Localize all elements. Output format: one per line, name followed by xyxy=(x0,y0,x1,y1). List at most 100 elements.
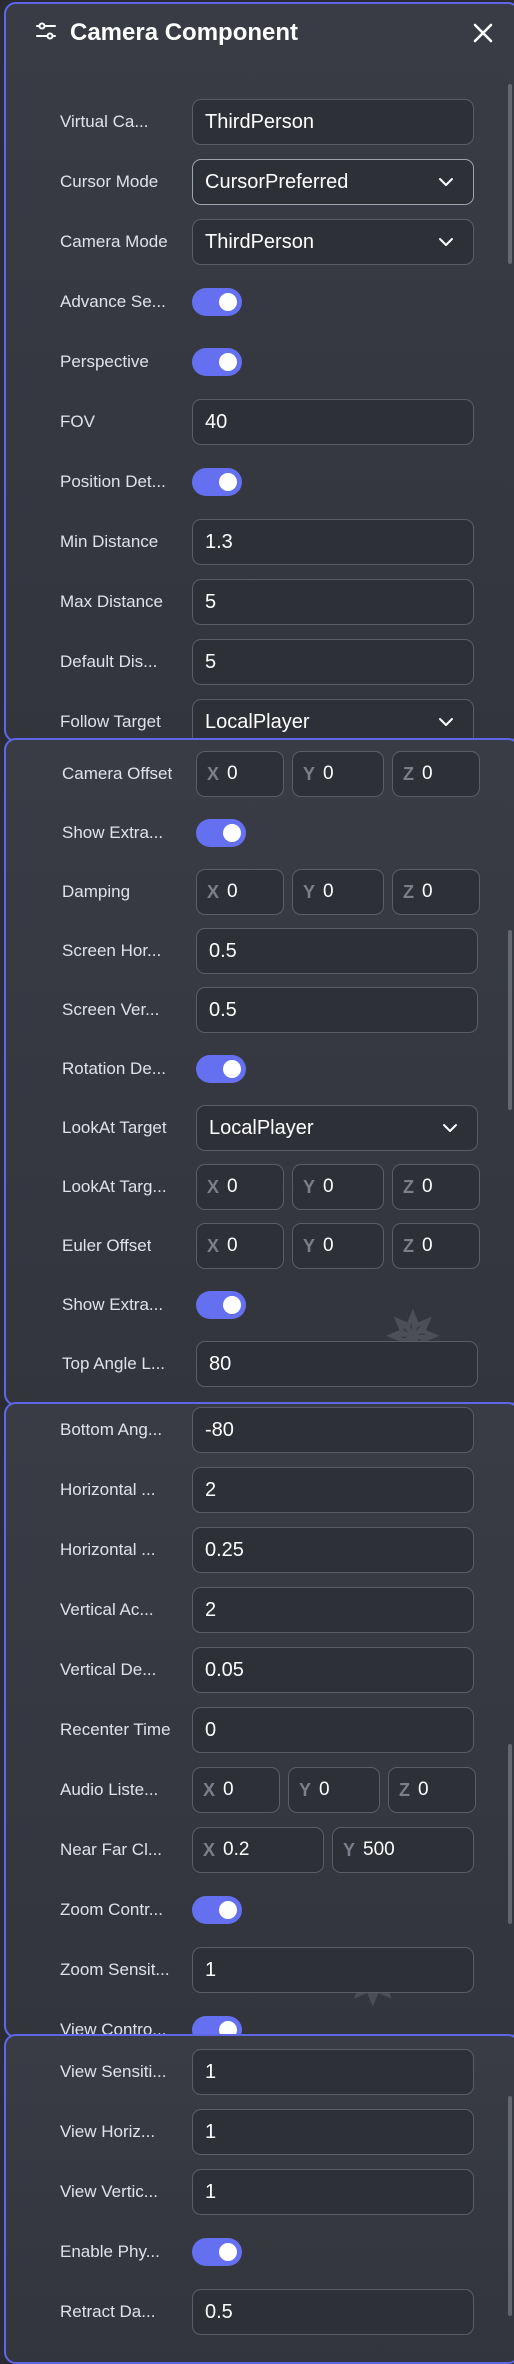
field-input[interactable]: 2 xyxy=(192,1587,474,1633)
vector-z-input[interactable]: Z0 xyxy=(392,1164,480,1210)
field-label: Top Angle L... xyxy=(62,1354,166,1373)
axis-z-label: Z xyxy=(403,881,414,902)
vector-y-value: 0 xyxy=(323,1176,334,1197)
toggle-switch[interactable] xyxy=(196,1055,246,1083)
dropdown-value: LocalPlayer xyxy=(205,710,310,733)
field-row-default-dis: Default Dis... 5 xyxy=(6,638,514,686)
field-label: Euler Offset xyxy=(62,1236,152,1255)
field-row-camera-offset: Camera Offset X 0 Y 0 Z 0 xyxy=(6,750,514,798)
field-label: Screen Ver... xyxy=(62,1000,160,1019)
vector-z-input[interactable]: Z0 xyxy=(388,1767,476,1813)
panel-segment-2: ✵ Camera Offset X 0 Y 0 Z 0 Show Extra... Dampin… xyxy=(4,738,514,1406)
field-value: 1.3 xyxy=(205,530,233,553)
field-dropdown[interactable]: LocalPlayer xyxy=(196,1105,478,1151)
toggle-switch[interactable] xyxy=(196,819,246,847)
vector-x-value: 0.2 xyxy=(223,1839,250,1860)
axis-y-label: Y xyxy=(303,881,316,902)
vector-z-input[interactable]: Z0 xyxy=(392,1223,480,1269)
field-label: Follow Target xyxy=(60,712,161,731)
field-input[interactable]: 80 xyxy=(196,1341,478,1387)
field-input[interactable]: 2 xyxy=(192,1467,474,1513)
vector-x-input[interactable]: X0 xyxy=(196,1223,284,1269)
field-input[interactable]: 0.5 xyxy=(196,987,478,1033)
vector-y-input[interactable]: Y0 xyxy=(292,1223,384,1269)
field-label: Advance Se... xyxy=(60,292,166,311)
field-value: 0.5 xyxy=(209,998,237,1021)
axis-y-label: Y xyxy=(303,1235,316,1256)
toggle-switch[interactable] xyxy=(196,1291,246,1319)
field-row-vertical-de: Vertical De... 0.05 xyxy=(6,1646,514,1694)
field-row-fov: FOV 40 xyxy=(6,398,514,446)
vector-x-value: 0 xyxy=(227,881,238,902)
vector-x-input[interactable]: X0 xyxy=(196,751,284,797)
toggle-switch[interactable] xyxy=(192,468,242,496)
field-input[interactable]: 1.3 xyxy=(192,519,474,565)
field-row-virtual-ca: Virtual Ca... ThirdPerson xyxy=(6,98,514,146)
field-label: Bottom Ang... xyxy=(60,1420,163,1439)
vector-y-input[interactable]: Y0 xyxy=(292,869,384,915)
vector-z-input[interactable]: Z0 xyxy=(392,869,480,915)
field-label: Audio Liste... xyxy=(60,1780,159,1799)
close-icon[interactable] xyxy=(468,18,498,48)
vector-x-value: 0 xyxy=(223,1779,234,1800)
field-input[interactable]: 1 xyxy=(192,2109,474,2155)
field-dropdown[interactable]: CursorPreferred xyxy=(192,159,474,205)
field-row-min-distance: Min Distance 1.3 xyxy=(6,518,514,566)
field-input[interactable]: 0.05 xyxy=(192,1647,474,1693)
field-label: Screen Hor... xyxy=(62,941,162,960)
field-label: Show Extra... xyxy=(62,823,164,842)
field-input[interactable]: 0.25 xyxy=(192,1527,474,1573)
field-row-cursor-mode: Cursor Mode CursorPreferred xyxy=(6,158,514,206)
chevron-down-icon xyxy=(441,1119,459,1143)
vector-y-input[interactable]: Y0 xyxy=(292,751,384,797)
field-label: Retract Da... xyxy=(60,2302,156,2321)
vector-y-input[interactable]: Y0 xyxy=(288,1767,380,1813)
field-input[interactable]: 0.5 xyxy=(192,2289,474,2335)
field-value: 0 xyxy=(205,1718,217,1741)
field-row-show-extra: Show Extra... xyxy=(6,1281,514,1329)
field-row-enable-phy: Enable Phy... xyxy=(6,2228,514,2276)
field-dropdown[interactable]: ThirdPerson xyxy=(192,219,474,265)
chevron-down-icon xyxy=(437,713,455,737)
field-row-lookat-targ: LookAt Targ... X 0 Y 0 Z 0 xyxy=(6,1163,514,1211)
field-label: Zoom Sensit... xyxy=(60,1960,170,1979)
field-input[interactable]: 1 xyxy=(192,1947,474,1993)
field-input[interactable]: -80 xyxy=(192,1407,474,1453)
field-label: View Sensiti... xyxy=(60,2062,167,2081)
vector-x-value: 0 xyxy=(227,1176,238,1197)
field-input[interactable]: 5 xyxy=(192,639,474,685)
field-input[interactable]: ThirdPerson xyxy=(192,99,474,145)
field-input[interactable]: 1 xyxy=(192,2049,474,2095)
toggle-switch[interactable] xyxy=(192,348,242,376)
field-label: Show Extra... xyxy=(62,1295,164,1314)
field-input[interactable]: 0.5 xyxy=(196,928,478,974)
field-input[interactable]: 5 xyxy=(192,579,474,625)
field-label: Max Distance xyxy=(60,592,163,611)
field-row-camera-mode: Camera Mode ThirdPerson xyxy=(6,218,514,266)
axis-y-label: Y xyxy=(343,1839,356,1860)
toggle-switch[interactable] xyxy=(192,288,242,316)
vector-x-input[interactable]: X0 xyxy=(192,1767,280,1813)
field-value: 0.05 xyxy=(205,1658,244,1681)
field-input[interactable]: 0 xyxy=(192,1707,474,1753)
field-input[interactable]: 1 xyxy=(192,2169,474,2215)
axis-y-label: Y xyxy=(299,1779,312,1800)
vector-x-input[interactable]: X 0.2 xyxy=(192,1827,324,1873)
axis-y-label: Y xyxy=(303,763,316,784)
vector-y-input[interactable]: Y 500 xyxy=(332,1827,474,1873)
axis-x-label: X xyxy=(207,1235,220,1256)
panel-header: Camera Component xyxy=(6,4,514,62)
field-dropdown[interactable]: LocalPlayer xyxy=(192,699,474,740)
vector-z-input[interactable]: Z0 xyxy=(392,751,480,797)
vector-y-value: 0 xyxy=(323,881,334,902)
vector-x-input[interactable]: X0 xyxy=(196,1164,284,1210)
field-input[interactable]: 40 xyxy=(192,399,474,445)
toggle-switch[interactable] xyxy=(192,2238,242,2266)
vector-y-input[interactable]: Y0 xyxy=(292,1164,384,1210)
axis-z-label: Z xyxy=(403,1235,414,1256)
field-label: Camera Offset xyxy=(62,764,173,783)
field-label: LookAt Targ... xyxy=(62,1177,167,1196)
vector-x-input[interactable]: X0 xyxy=(196,869,284,915)
toggle-switch[interactable] xyxy=(192,1896,242,1924)
vector-y-value: 500 xyxy=(363,1839,395,1860)
